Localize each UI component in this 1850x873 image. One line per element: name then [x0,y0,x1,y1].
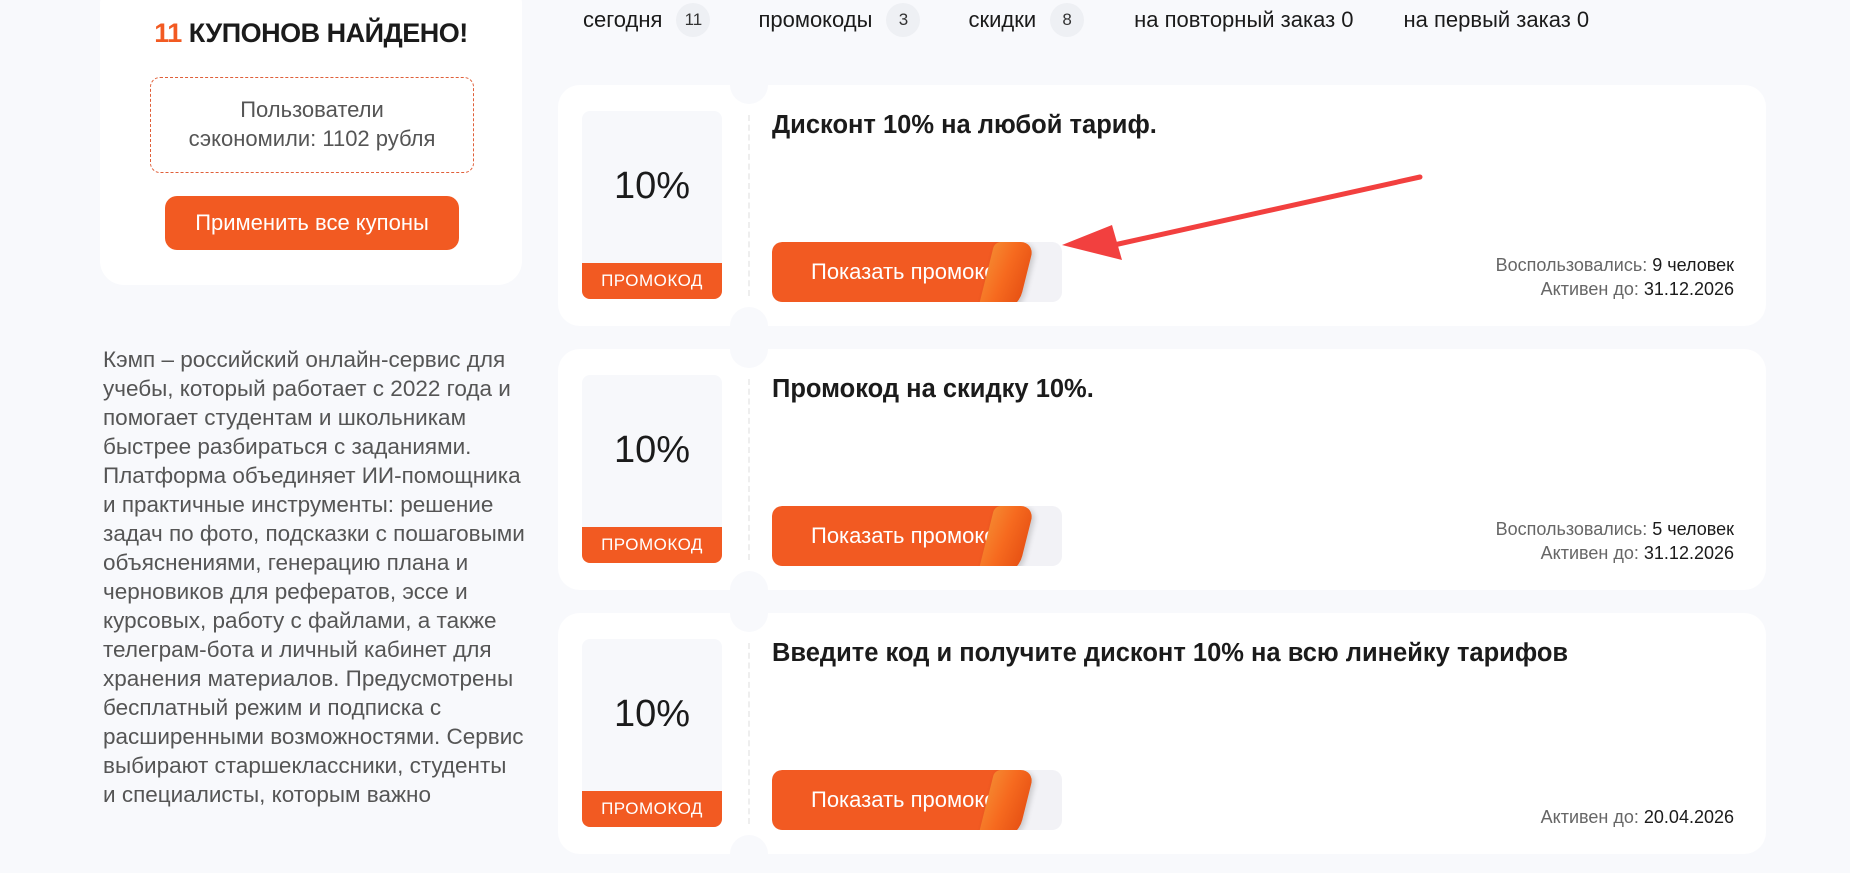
filter-promocodes[interactable]: промокоды 3 [758,3,921,37]
active-until-label: Активен до: [1540,543,1639,563]
coupon-meta: Воспользовались: 5 человек Активен до: 3… [1496,517,1734,565]
coupons-found-title: 11 КУПОНОВ НАЙДЕНО! [100,18,522,49]
filter-discounts-label: скидки [968,7,1037,32]
filter-promocodes-label: промокоды [758,7,873,32]
coupon-discount-value: 10% [613,165,691,207]
coupon-type-label: ПРОМОКОД [582,263,722,299]
used-count: 5 человек [1652,519,1734,539]
show-promocode-label: Показать промокод [772,506,1004,566]
filter-today[interactable]: сегодня 11 [583,3,711,37]
active-until-date: 20.04.2026 [1643,807,1734,827]
coupons-found-count: 11 [154,18,182,48]
coupon-summary-card: 11 КУПОНОВ НАЙДЕНО! Пользователи сэконом… [100,0,522,285]
show-promocode-label: Показать промокод [772,242,1004,302]
red-arrow-icon [1062,174,1423,260]
coupon-title: Дисконт 10% на любой тариф. [772,111,1157,139]
coupons-found-text: КУПОНОВ НАЙДЕНО! [181,18,469,48]
coupon-meta: Активен до: 20.04.2026 [1541,805,1734,829]
filter-first-order[interactable]: на первый заказ 0 [1404,7,1590,33]
active-until-date: 31.12.2026 [1643,543,1734,563]
filter-discounts[interactable]: скидки 8 [968,3,1085,37]
active-until-label: Активен до: [1540,807,1639,827]
savings-line-1: Пользователи [240,97,384,122]
savings-box: Пользователи сэкономили: 1102 рубля [150,77,474,173]
show-promocode-button[interactable]: Показать промокод [772,770,1062,830]
filter-repeat-order-label: на повторный заказ 0 [1134,7,1354,32]
apply-all-coupons-button[interactable]: Применить все купоны [165,196,459,250]
coupon-card: 10% ПРОМОКОД Введите код и получите диск… [558,594,1766,873]
coupon-badge: 10% ПРОМОКОД [582,639,722,827]
filter-promocodes-count: 3 [886,3,921,37]
coupon-discount-value: 10% [613,693,691,735]
coupon-badge: 10% ПРОМОКОД [582,111,722,299]
show-promocode-label: Показать промокод [772,770,1004,830]
filter-discounts-count: 8 [1050,3,1085,37]
show-promocode-button[interactable]: Показать промокод [772,506,1062,566]
coupon-type-label: ПРОМОКОД [582,791,722,827]
used-label: Воспользовались: [1495,255,1648,275]
coupon-type-label: ПРОМОКОД [582,527,722,563]
coupon-badge: 10% ПРОМОКОД [582,375,722,563]
service-description: Кэмп – российский онлайн-сервис для учеб… [103,347,525,807]
filter-repeat-order[interactable]: на повторный заказ 0 [1134,7,1353,33]
coupon-filters: сегодня 11 промокоды 3 скидки 8 на повто… [583,0,1589,40]
filter-today-label: сегодня [583,7,663,32]
coupon-meta: Воспользовались: 9 человек Активен до: 3… [1496,253,1734,301]
filter-today-count: 11 [676,3,711,37]
coupon-card: 10% ПРОМОКОД Промокод на скидку 10%. Пок… [558,330,1766,609]
used-label: Воспользовались: [1495,519,1648,539]
active-until-date: 31.12.2026 [1643,279,1734,299]
used-count: 9 человек [1652,255,1734,275]
active-until-label: Активен до: [1540,279,1639,299]
coupon-title: Промокод на скидку 10%. [772,375,1094,403]
filter-first-order-label: на первый заказ 0 [1403,7,1590,32]
show-promocode-button[interactable]: Показать промокод [772,242,1062,302]
coupon-title: Введите код и получите дисконт 10% на вс… [772,639,1569,667]
coupon-discount-value: 10% [613,429,691,471]
savings-line-2: сэкономили: 1102 рубля [188,126,436,151]
